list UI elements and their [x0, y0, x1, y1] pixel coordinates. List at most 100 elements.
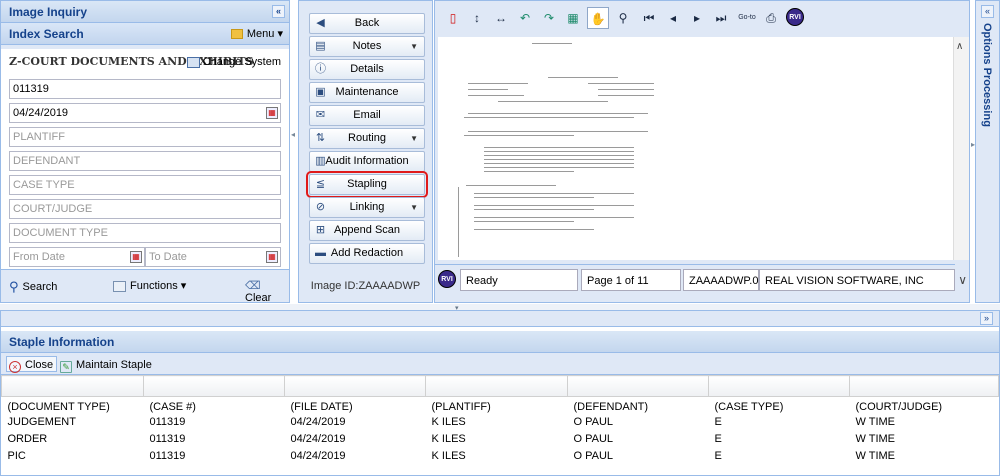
- column-header[interactable]: [708, 375, 850, 397]
- notes-button[interactable]: ▤ Notes ▼: [309, 36, 425, 57]
- thumbnails-icon[interactable]: ▦: [565, 10, 581, 26]
- file-date-field[interactable]: 04/24/2019 ▦: [9, 103, 281, 123]
- close-button[interactable]: × Close: [6, 356, 58, 373]
- status-company: REAL VISION SOFTWARE, INC: [759, 269, 955, 291]
- notes-icon: ▤: [315, 40, 326, 52]
- cell-court-judge: W TIME: [855, 416, 896, 428]
- routing-label: Routing: [348, 132, 386, 144]
- column-header[interactable]: [425, 375, 568, 397]
- calendar-icon[interactable]: ▦: [266, 107, 278, 119]
- functions-button[interactable]: Functions ▾: [113, 279, 186, 292]
- defendant-field[interactable]: DEFENDANT: [9, 151, 281, 171]
- details-label: Details: [350, 63, 384, 75]
- cell-case-no: 011319: [149, 450, 186, 462]
- add-redaction-label: Add Redaction: [330, 247, 404, 259]
- goto-page-icon[interactable]: Go-to: [737, 10, 757, 26]
- rotate-right-icon[interactable]: ↷: [541, 10, 557, 26]
- back-label: Back: [354, 17, 380, 29]
- court-judge-field[interactable]: COURT/JUDGE: [9, 199, 281, 219]
- collapse-bottom-icon[interactable]: »: [980, 312, 993, 325]
- email-button[interactable]: ✉ Email: [309, 105, 425, 126]
- image-inquiry-header: Image Inquiry «: [1, 1, 289, 23]
- column-header[interactable]: [284, 375, 426, 397]
- linking-button[interactable]: ⊘ Linking ▼: [309, 197, 425, 218]
- options-processing-panel[interactable]: « Options Processing: [975, 0, 1000, 303]
- to-calendar-icon[interactable]: ▦: [266, 251, 278, 263]
- index-search-title: Index Search: [9, 27, 84, 41]
- cell-plantiff: K ILES: [431, 433, 466, 445]
- collapse-left-icon[interactable]: «: [272, 5, 285, 18]
- viewer-status-bar: RVI Ready Page 1 of 11 ZAAAADWP.001 REAL…: [435, 264, 955, 294]
- maintenance-icon: ▣: [315, 86, 326, 98]
- rvi-logo-icon[interactable]: RVI: [786, 8, 804, 26]
- image-actions-panel: ◀ Back ▤ Notes ▼ ⓘ Details ▣ Maintenance ✉ Ema…: [298, 0, 433, 303]
- cell-court-judge: W TIME: [855, 450, 896, 462]
- routing-button[interactable]: ⇅ Routing ▼: [309, 128, 425, 149]
- fit-page-icon[interactable]: ▯: [445, 10, 461, 26]
- change-system-icon: [186, 56, 200, 68]
- expand-right-icon[interactable]: «: [981, 5, 994, 18]
- append-scan-button[interactable]: ⊞ Append Scan: [309, 220, 425, 241]
- maintain-staple-button[interactable]: ✎ Maintain Staple: [57, 356, 156, 373]
- rotate-left-icon[interactable]: ↶: [517, 10, 533, 26]
- status-state: Ready: [460, 269, 578, 291]
- table-row[interactable]: ORDER 011319 04/24/2019 K ILES O PAUL E …: [2, 431, 999, 448]
- table-row[interactable]: JUDGEMENT 011319 04/24/2019 K ILES O PAU…: [2, 414, 999, 431]
- details-button[interactable]: ⓘ Details: [309, 59, 425, 80]
- document-image[interactable]: [438, 37, 954, 260]
- case-type-field[interactable]: CASE TYPE: [9, 175, 281, 195]
- chevron-down-icon: ▾: [277, 28, 283, 40]
- file-date-value: 04/24/2019: [13, 107, 69, 119]
- stapling-button[interactable]: ≦ Stapling: [306, 171, 428, 198]
- column-header[interactable]: [849, 375, 999, 397]
- image-viewer: ▯ ↕ ↔ ↶ ↷ ▦ ✋ ⚲ ⏮ ◂ ▸ ⏭ Go-to ⎙ RVI ∧ RV…: [434, 0, 970, 303]
- staple-information-panel: » Staple Information × Close ✎ Maintain St…: [0, 310, 1000, 476]
- stapling-icon: ≦: [315, 178, 326, 190]
- zoom-icon[interactable]: ⚲: [615, 10, 631, 26]
- prev-page-icon[interactable]: ◂: [665, 10, 681, 26]
- document-type-field[interactable]: DOCUMENT TYPE: [9, 223, 281, 243]
- fit-height-icon[interactable]: ↕: [469, 10, 485, 26]
- viewer-vertical-scrollbar[interactable]: ∧: [953, 37, 969, 260]
- maintenance-button[interactable]: ▣ Maintenance: [309, 82, 425, 103]
- to-date-field[interactable]: To Date ▦: [145, 247, 281, 267]
- cell-case-no: 011319: [149, 416, 186, 428]
- next-page-icon[interactable]: ▸: [689, 10, 705, 26]
- table-row[interactable]: PIC 011319 04/24/2019 K ILES O PAUL E W …: [2, 448, 999, 465]
- back-button[interactable]: ◀ Back: [309, 13, 425, 34]
- plantiff-field[interactable]: PLANTIFF: [9, 127, 281, 147]
- options-processing-title: Options Processing: [981, 23, 993, 127]
- label-plantiff: (PLANTIFF): [431, 401, 491, 414]
- change-system-label: Change System: [202, 56, 281, 68]
- menu-label: Menu: [246, 28, 275, 40]
- routing-dropdown-icon: ▼: [410, 134, 418, 143]
- clear-button[interactable]: ⌫Clear: [245, 279, 289, 304]
- last-page-icon[interactable]: ⏭: [713, 10, 729, 26]
- notes-dropdown-icon: ▼: [410, 42, 418, 51]
- column-header[interactable]: [143, 375, 285, 397]
- print-icon[interactable]: ⎙: [763, 10, 779, 26]
- left-splitter[interactable]: ◂: [291, 130, 297, 150]
- from-date-field[interactable]: From Date ▦: [9, 247, 145, 267]
- case-number-field[interactable]: 011319: [9, 79, 281, 99]
- staple-information-title: Staple Information: [1, 331, 999, 353]
- pan-hand-icon[interactable]: ✋: [587, 7, 609, 29]
- cell-document-type: JUDGEMENT: [7, 416, 76, 428]
- change-system-button[interactable]: Change System: [186, 49, 281, 75]
- column-header[interactable]: [567, 375, 709, 397]
- fit-width-icon[interactable]: ↔: [493, 10, 509, 26]
- add-redaction-button[interactable]: ▬ Add Redaction: [309, 243, 425, 264]
- first-page-icon[interactable]: ⏮: [641, 10, 657, 26]
- redaction-icon: ▬: [315, 247, 326, 259]
- from-calendar-icon[interactable]: ▦: [130, 251, 142, 263]
- notes-label: Notes: [352, 40, 382, 52]
- scroll-up-icon[interactable]: ∧: [956, 41, 963, 52]
- append-scan-icon: ⊞: [315, 224, 326, 236]
- menu-button[interactable]: Menu ▾: [230, 26, 283, 42]
- column-header[interactable]: [1, 375, 144, 397]
- scroll-down-icon[interactable]: ∨: [958, 273, 967, 287]
- stapling-label: Stapling: [347, 178, 387, 190]
- cell-case-type: E: [714, 433, 722, 445]
- audit-information-button[interactable]: ▥ Audit Information: [309, 151, 425, 172]
- search-button[interactable]: ⚲ Search: [9, 279, 57, 295]
